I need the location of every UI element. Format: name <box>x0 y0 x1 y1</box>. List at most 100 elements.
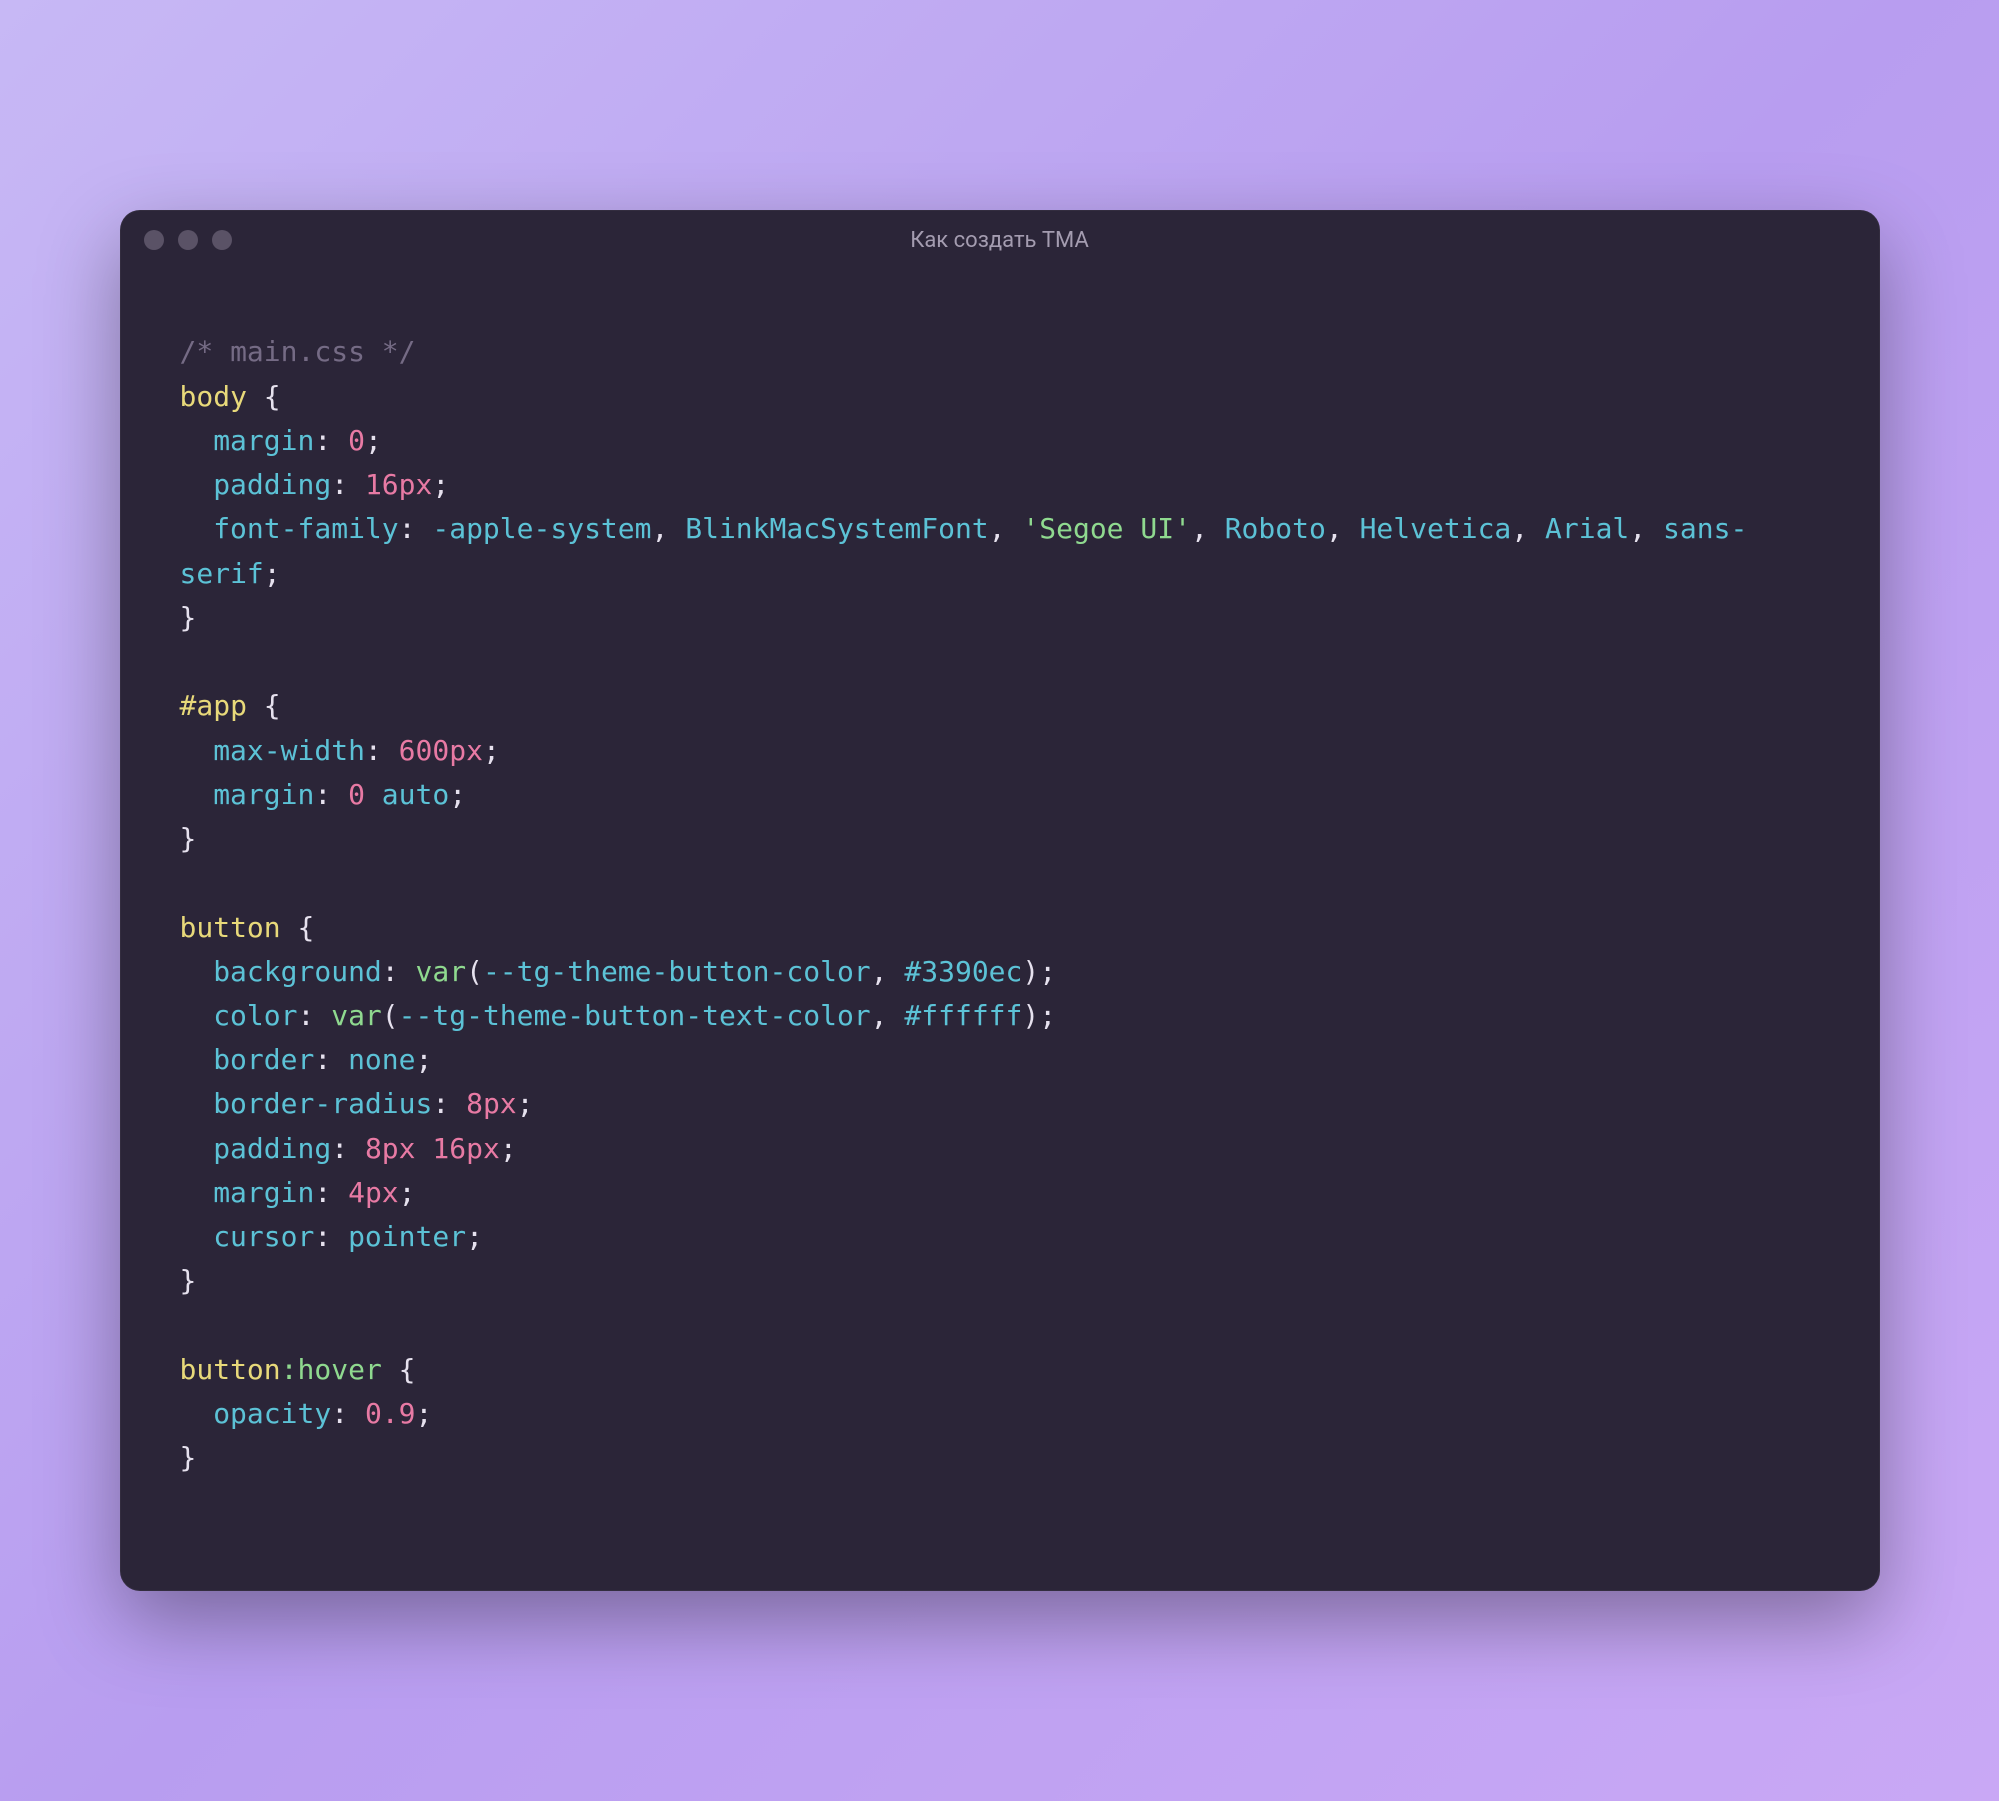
token-punct: ; <box>500 1132 517 1165</box>
token-ident: Arial <box>1545 512 1629 545</box>
token-brace: { <box>399 1353 416 1386</box>
token-punct: ; <box>399 1176 416 1209</box>
token-ident: #3390ec <box>904 955 1022 988</box>
token-punct: , <box>871 955 905 988</box>
token-punct: : <box>314 424 331 457</box>
token-punct: : <box>331 468 348 501</box>
token-punct: : <box>314 1043 331 1076</box>
token-punct: : <box>314 778 331 811</box>
token-ident: --tg-theme-button-color <box>483 955 871 988</box>
code-window: Как создать TMA /* main.css */ body { ma… <box>120 210 1880 1590</box>
token-punct: : <box>432 1087 449 1120</box>
maximize-icon[interactable] <box>212 230 232 250</box>
token-num: 4 <box>348 1176 365 1209</box>
token-ident: pointer <box>348 1220 466 1253</box>
token-punct: , <box>989 512 1023 545</box>
token-prop: max-width <box>213 734 365 767</box>
code-editor[interactable]: /* main.css */ body { margin: 0; padding… <box>120 270 1880 1590</box>
token-punct: , <box>652 512 686 545</box>
token-punct: ; <box>466 1220 483 1253</box>
token-punct: , <box>1629 512 1663 545</box>
token-punct: : <box>382 955 399 988</box>
token-prop: margin <box>213 778 314 811</box>
token-ident: auto <box>382 778 449 811</box>
token-brace: } <box>180 1441 197 1474</box>
token-unit: px <box>466 1132 500 1165</box>
token-prop: padding <box>213 468 331 501</box>
token-num: 16 <box>365 468 399 501</box>
token-punct: ; <box>365 424 382 457</box>
close-icon[interactable] <box>144 230 164 250</box>
token-punct: ; <box>416 1397 433 1430</box>
token-brace: { <box>298 911 315 944</box>
token-ident: -apple-system <box>432 512 651 545</box>
token-ident: #ffffff <box>904 999 1022 1032</box>
token-num: 600 <box>399 734 450 767</box>
traffic-lights <box>144 230 232 250</box>
token-ident: Roboto <box>1225 512 1326 545</box>
token-punct: ; <box>1039 955 1056 988</box>
token-punct: : <box>298 999 315 1032</box>
token-punct: ) <box>1022 955 1039 988</box>
token-num: 8 <box>365 1132 382 1165</box>
token-unit: px <box>483 1087 517 1120</box>
token-brace: { <box>264 689 281 722</box>
token-punct: : <box>314 1220 331 1253</box>
token-unit: px <box>449 734 483 767</box>
token-brace: { <box>264 380 281 413</box>
token-prop: font-family <box>213 512 398 545</box>
token-punct: : <box>314 1176 331 1209</box>
token-brace: } <box>180 1264 197 1297</box>
token-func: var <box>331 999 382 1032</box>
token-punct: ; <box>517 1087 534 1120</box>
token-unit: px <box>399 468 433 501</box>
token-num: 0.9 <box>365 1397 416 1430</box>
token-ident: none <box>348 1043 415 1076</box>
token-punct: ; <box>449 778 466 811</box>
token-num: 16 <box>432 1132 466 1165</box>
token-punct: ( <box>382 999 399 1032</box>
token-punct <box>365 778 382 811</box>
token-ident: --tg-theme-button-text-color <box>399 999 871 1032</box>
token-pseudo: :hover <box>281 1353 382 1386</box>
token-prop: border-radius <box>213 1087 432 1120</box>
token-punct: ; <box>432 468 449 501</box>
token-unit: px <box>382 1132 416 1165</box>
token-ident: BlinkMacSystemFont <box>685 512 988 545</box>
window-title: Как создать TMA <box>120 228 1880 253</box>
token-prop: color <box>213 999 297 1032</box>
token-selector: button <box>180 911 281 944</box>
token-punct: ; <box>1039 999 1056 1032</box>
token-selector: #app <box>180 689 247 722</box>
token-punct: ( <box>466 955 483 988</box>
token-punct: ; <box>416 1043 433 1076</box>
token-prop: border <box>213 1043 314 1076</box>
token-prop: padding <box>213 1132 331 1165</box>
token-prop: opacity <box>213 1397 331 1430</box>
token-punct: : <box>331 1397 348 1430</box>
token-punct: : <box>399 512 416 545</box>
token-brace: } <box>180 601 197 634</box>
token-prop: margin <box>213 424 314 457</box>
token-punct: , <box>1511 512 1545 545</box>
token-prop: cursor <box>213 1220 314 1253</box>
token-punct: ; <box>483 734 500 767</box>
token-punct: ; <box>264 557 281 590</box>
token-comment: /* main.css */ <box>180 335 416 368</box>
token-unit: px <box>365 1176 399 1209</box>
token-punct: , <box>1326 512 1360 545</box>
token-punct <box>416 1132 433 1165</box>
token-punct: : <box>331 1132 348 1165</box>
token-num: 0 <box>348 424 365 457</box>
token-string: 'Segoe UI' <box>1022 512 1191 545</box>
token-punct: , <box>1191 512 1225 545</box>
token-selector: button <box>180 1353 281 1386</box>
titlebar: Как создать TMA <box>120 210 1880 270</box>
token-prop: margin <box>213 1176 314 1209</box>
minimize-icon[interactable] <box>178 230 198 250</box>
token-num: 8 <box>466 1087 483 1120</box>
token-num: 0 <box>348 778 365 811</box>
token-ident: Helvetica <box>1360 512 1512 545</box>
token-punct: , <box>871 999 905 1032</box>
token-brace: } <box>180 822 197 855</box>
